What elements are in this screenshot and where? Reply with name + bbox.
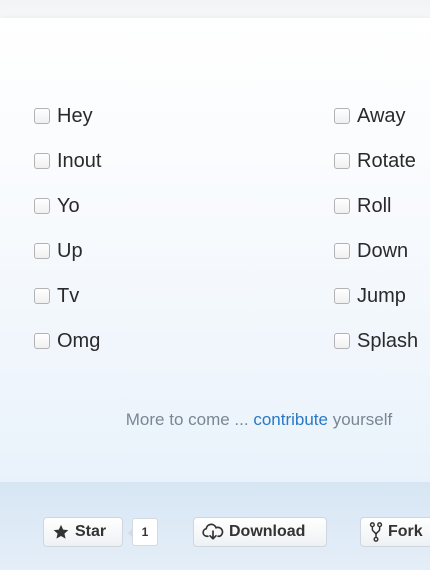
- option-jump[interactable]: Jump: [334, 283, 406, 309]
- option-down[interactable]: Down: [334, 238, 408, 264]
- option-rotate[interactable]: Rotate: [334, 148, 416, 174]
- option-label: Roll: [357, 194, 392, 217]
- checkbox[interactable]: [334, 108, 350, 124]
- option-label: Jump: [357, 284, 406, 307]
- option-label: Tv: [57, 284, 80, 307]
- download-label: Download: [229, 523, 306, 540]
- option-hey[interactable]: Hey: [34, 103, 93, 129]
- checkbox[interactable]: [34, 243, 50, 259]
- option-tv[interactable]: Tv: [34, 283, 79, 309]
- option-label: Hey: [57, 104, 93, 127]
- checkbox[interactable]: [334, 333, 350, 349]
- star-button[interactable]: Star: [43, 517, 123, 547]
- option-up[interactable]: Up: [34, 238, 83, 264]
- option-yo[interactable]: Yo: [34, 193, 80, 219]
- option-label: Omg: [57, 329, 101, 352]
- checkbox[interactable]: [334, 153, 350, 169]
- option-roll[interactable]: Roll: [334, 193, 391, 219]
- top-strip: [0, 0, 430, 18]
- star-icon: [53, 524, 69, 539]
- fork-icon: [369, 522, 383, 542]
- option-label: Away: [357, 104, 406, 127]
- fork-button[interactable]: Fork: [360, 517, 430, 547]
- contribute-link[interactable]: contribute: [253, 410, 328, 429]
- option-inout[interactable]: Inout: [34, 148, 101, 174]
- fork-label: Fork: [388, 523, 423, 540]
- checkbox[interactable]: [34, 153, 50, 169]
- more-suffix: yourself: [327, 410, 393, 429]
- checkbox[interactable]: [34, 108, 50, 124]
- option-splash[interactable]: Splash: [334, 328, 418, 354]
- option-label: Splash: [357, 329, 419, 352]
- option-label: Yo: [57, 194, 80, 217]
- checkbox[interactable]: [334, 243, 350, 259]
- download-button[interactable]: Download: [193, 517, 327, 547]
- more-to-come-text: More to come ... contribute yourself: [0, 410, 430, 430]
- option-omg[interactable]: Omg: [34, 328, 100, 354]
- more-prefix: More to come ...: [125, 410, 254, 429]
- option-away[interactable]: Away: [334, 103, 406, 129]
- checkbox[interactable]: [34, 333, 50, 349]
- option-label: Down: [357, 239, 409, 262]
- checkbox[interactable]: [34, 288, 50, 304]
- option-label: Rotate: [357, 149, 416, 172]
- option-label: Up: [57, 239, 83, 262]
- checkbox[interactable]: [334, 288, 350, 304]
- star-label: Star: [75, 523, 107, 540]
- star-count[interactable]: 1: [128, 518, 158, 546]
- cloud-download-icon: [202, 523, 224, 540]
- checkbox[interactable]: [334, 198, 350, 214]
- checkbox[interactable]: [34, 198, 50, 214]
- option-label: Inout: [57, 149, 102, 172]
